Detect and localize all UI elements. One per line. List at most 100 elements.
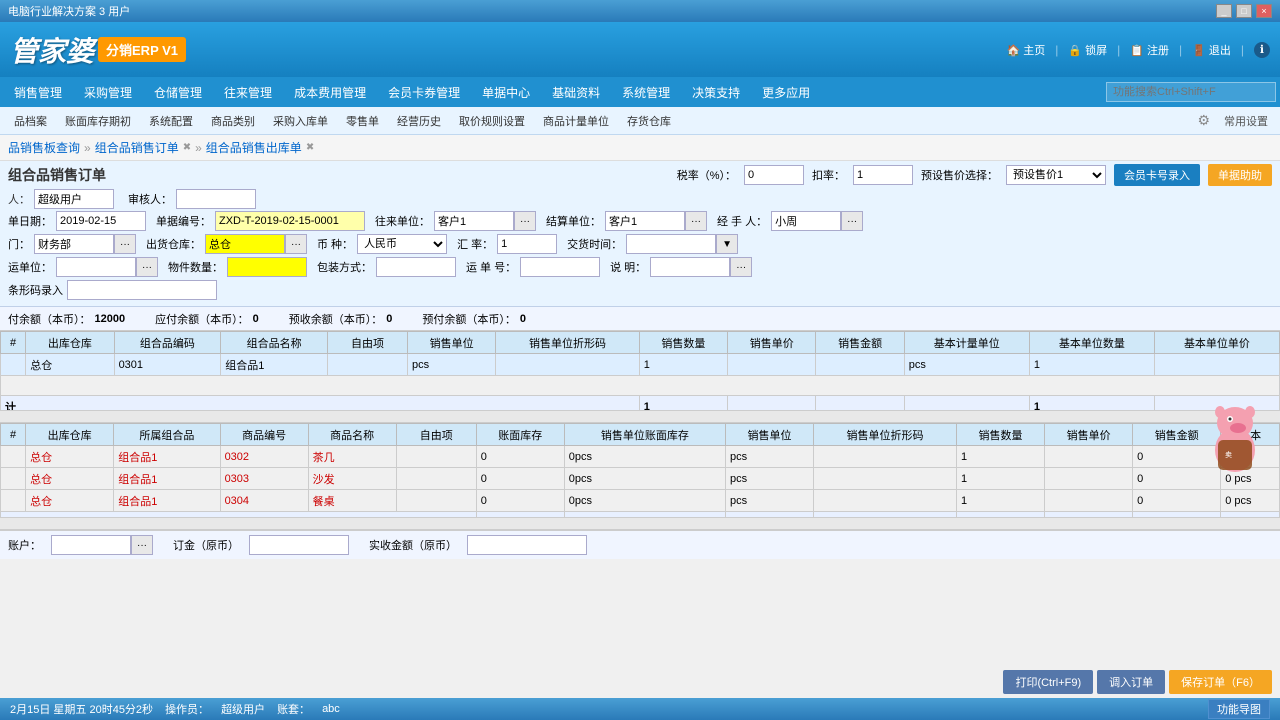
warehouse-btn[interactable]: ··· <box>285 234 307 254</box>
nav-decision[interactable]: 决策支持 <box>682 80 750 105</box>
toolbar-retail[interactable]: 零售单 <box>338 111 387 131</box>
nav-docs[interactable]: 单据中心 <box>472 80 540 105</box>
action-buttons: 打印(Ctrl+F9) 调入订单 保存订单（F6） <box>1003 670 1272 694</box>
minimize-btn[interactable]: _ <box>1216 4 1232 18</box>
home-btn[interactable]: 🏠 主页 <box>1006 42 1045 58</box>
price-select[interactable]: 预设售价1 <box>1006 165 1106 185</box>
cell-no <box>1 354 26 376</box>
settle-unit-input[interactable] <box>605 211 685 231</box>
total-qty: 1 <box>639 396 727 412</box>
settings-btn[interactable]: 常用设置 <box>1218 111 1274 131</box>
toolbar-purchase-stock[interactable]: 采购入库单 <box>265 111 336 131</box>
item-count-input[interactable] <box>227 257 307 277</box>
doc-no-input[interactable] <box>215 211 365 231</box>
save-btn[interactable]: 保存订单（F6） <box>1169 670 1272 694</box>
remark-btn[interactable]: ··· <box>730 257 752 277</box>
ship-no-input[interactable] <box>520 257 600 277</box>
pack-method-input[interactable] <box>376 257 456 277</box>
handler-input[interactable] <box>771 211 841 231</box>
maximize-btn[interactable]: □ <box>1236 4 1252 18</box>
sub-scrollbar[interactable] <box>0 518 1280 530</box>
barcode-input[interactable] <box>67 280 217 300</box>
help-btn[interactable]: 单据助助 <box>1208 164 1272 186</box>
review-input[interactable] <box>176 189 256 209</box>
register-btn[interactable]: 📋 注册 <box>1130 42 1169 58</box>
nav-cost[interactable]: 成本费用管理 <box>284 80 376 105</box>
title-label: 电脑行业解决方案 3 用户 <box>8 3 130 19</box>
handler-btn[interactable]: ··· <box>841 211 863 231</box>
close-btn[interactable]: × <box>1256 4 1272 18</box>
sub-col-qty: 销售数量 <box>957 424 1045 446</box>
sub-col-no: # <box>1 424 26 446</box>
nav-system[interactable]: 系统管理 <box>612 80 680 105</box>
trade-time-btn[interactable]: ▼ <box>716 234 738 254</box>
lock-btn[interactable]: 🔒 锁屏 <box>1068 42 1107 58</box>
sub-stock-1: 0 <box>476 446 564 468</box>
total-label: 计 <box>1 396 640 412</box>
import-btn[interactable]: 调入订单 <box>1097 670 1165 694</box>
toolbar-history[interactable]: 经营历史 <box>389 111 449 131</box>
order-input[interactable] <box>249 535 349 555</box>
ship-unit-input[interactable] <box>56 257 136 277</box>
toolbar-measure-unit[interactable]: 商品计量单位 <box>535 111 617 131</box>
toolbar-sys-config[interactable]: 系统配置 <box>141 111 201 131</box>
trade-time-input[interactable] <box>626 234 716 254</box>
col-sale-price: 销售单价 <box>728 332 816 354</box>
dept-input[interactable] <box>34 234 114 254</box>
app-header: 管家婆 分销ERP V1 🏠 主页 | 🔒 锁屏 | 📋 注册 | 🚪 退出 |… <box>0 22 1280 77</box>
date-input[interactable] <box>56 211 146 231</box>
settle-unit-btn[interactable]: ··· <box>685 211 707 231</box>
currency-select[interactable]: 人民币 <box>357 234 447 254</box>
to-unit-input[interactable] <box>434 211 514 231</box>
cell-base-unit: pcs <box>904 354 1029 376</box>
warehouse-input[interactable] <box>205 234 285 254</box>
remark-input[interactable] <box>650 257 730 277</box>
actual-input[interactable] <box>467 535 587 555</box>
nav-purchase[interactable]: 采购管理 <box>74 80 142 105</box>
price-select-label: 预设售价选择： <box>921 167 998 183</box>
nav-basic[interactable]: 基础资料 <box>542 80 610 105</box>
breadcrumb-item-1[interactable]: 品销售板查询 <box>8 139 80 156</box>
nav-member[interactable]: 会员卡券管理 <box>378 80 470 105</box>
toolbar-product-category[interactable]: 商品类别 <box>203 111 263 131</box>
toolbar-price-rules[interactable]: 取价规则设置 <box>451 111 533 131</box>
toolbar-warehouse[interactable]: 存货仓库 <box>619 111 679 131</box>
sub-col-combo: 所属组合品 <box>114 424 220 446</box>
nav-relations[interactable]: 往来管理 <box>214 80 282 105</box>
toolbar-account-stock[interactable]: 账面库存期初 <box>57 111 139 131</box>
exit-btn[interactable]: 🚪 退出 <box>1192 42 1231 58</box>
account-input[interactable] <box>51 535 131 555</box>
total-base-qty: 1 <box>1029 396 1154 412</box>
cell-qty: 1 <box>639 354 727 376</box>
to-unit-btn[interactable]: ··· <box>514 211 536 231</box>
breadcrumb-close-3[interactable]: ✖ <box>306 142 314 153</box>
info-btn[interactable]: ℹ <box>1254 42 1270 58</box>
mascot-image: 卖 <box>1200 385 1270 475</box>
col-sale-qty: 销售数量 <box>639 332 727 354</box>
member-card-btn[interactable]: 会员卡号录入 <box>1114 164 1200 186</box>
toolbar-product-archive[interactable]: 品档案 <box>6 111 55 131</box>
breadcrumb-item-2[interactable]: 组合品销售订单 <box>95 139 179 156</box>
person-input[interactable] <box>34 189 114 209</box>
account-btn[interactable]: ··· <box>131 535 153 555</box>
nav-search-input[interactable] <box>1106 82 1276 102</box>
function-map-btn[interactable]: 功能导图 <box>1208 699 1270 719</box>
status-bar: 2月15日 星期五 20时45分2秒 操作员： 超级用户 账套： abc 功能导… <box>0 698 1280 720</box>
dept-btn[interactable]: ··· <box>114 234 136 254</box>
cell-combo-code: 0301 <box>114 354 221 376</box>
ship-unit-btn[interactable]: ··· <box>136 257 158 277</box>
nav-sales[interactable]: 销售管理 <box>4 80 72 105</box>
sub-warehouse-2: 总仓 <box>26 468 114 490</box>
discount-input[interactable] <box>853 165 913 185</box>
tax-rate-input[interactable] <box>744 165 804 185</box>
main-scrollbar[interactable] <box>0 411 1280 423</box>
remark-group: ··· <box>650 257 752 277</box>
rate-input[interactable] <box>497 234 557 254</box>
nav-warehouse[interactable]: 仓储管理 <box>144 80 212 105</box>
nav-more[interactable]: 更多应用 <box>752 80 820 105</box>
breadcrumb-item-3[interactable]: 组合品销售出库单 <box>206 139 302 156</box>
person-row: 人： 审核人： <box>8 189 1272 209</box>
print-btn[interactable]: 打印(Ctrl+F9) <box>1003 670 1093 694</box>
col-warehouse: 出库仓库 <box>26 332 114 354</box>
breadcrumb-close-2[interactable]: ✖ <box>183 142 191 153</box>
